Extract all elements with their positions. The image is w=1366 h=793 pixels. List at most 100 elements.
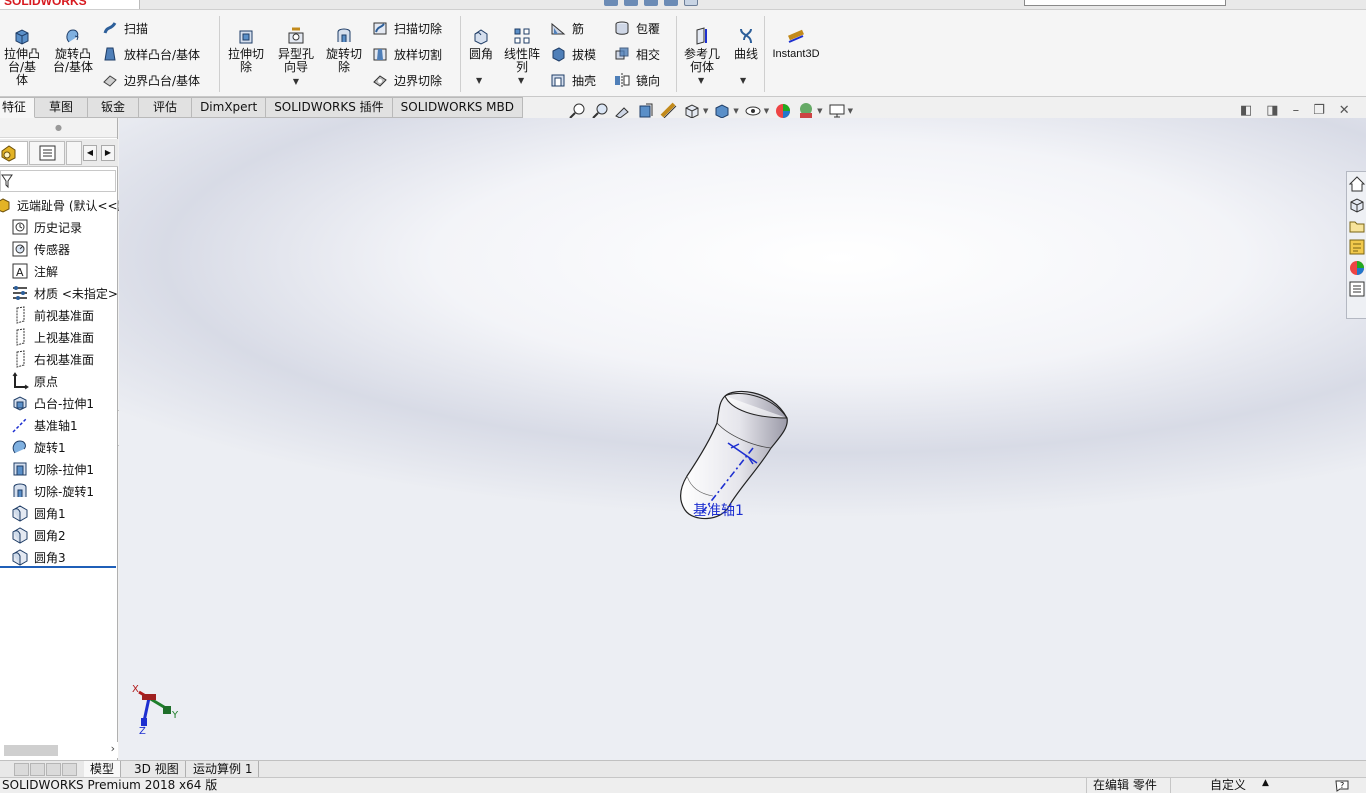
feature-manager-tab[interactable] <box>0 141 28 165</box>
rollback-bar[interactable] <box>0 566 116 568</box>
boundary-cut-button[interactable]: 边界切除 <box>372 70 442 90</box>
view-orientation-dropdown[interactable]: ▼ <box>703 107 708 115</box>
unit-system[interactable]: 自定义 <box>1210 778 1246 793</box>
tree-node[interactable]: A 注解 <box>0 260 118 282</box>
graphics-area[interactable]: 基准轴1 X Y Z <box>119 118 1366 760</box>
linear-pattern-button[interactable]: 线性阵列 <box>500 26 544 74</box>
quick-access-button[interactable] <box>604 0 618 6</box>
tab-model[interactable]: 模型 <box>84 761 122 778</box>
reference-geometry-button[interactable]: 参考几何体 <box>680 26 724 74</box>
loft-cut-button[interactable]: 放样切割 <box>372 44 442 64</box>
panel-tab-scroll-right[interactable]: ▶ <box>101 145 115 161</box>
tree-node[interactable]: 原点 <box>0 370 118 392</box>
hide-show-dropdown[interactable]: ▼ <box>764 107 769 115</box>
design-library-icon[interactable] <box>1348 196 1366 214</box>
display-style-dropdown[interactable]: ▼ <box>733 107 738 115</box>
fillet-icon <box>12 527 28 544</box>
curves-dropdown[interactable]: ▼ <box>740 76 746 85</box>
sweep-cut-button[interactable]: 扫描切除 <box>372 18 442 38</box>
tree-node[interactable]: 传感器 <box>0 238 118 260</box>
tab-sheet-metal[interactable]: 钣金 <box>88 97 140 118</box>
mirror-button[interactable]: 镜向 <box>614 70 660 90</box>
tree-node[interactable]: 历史记录 <box>0 216 118 238</box>
prev-tab-button[interactable] <box>30 763 45 776</box>
extrude-cut-button[interactable]: 拉伸切除 <box>224 26 268 74</box>
first-tab-button[interactable] <box>14 763 29 776</box>
search-input[interactable] <box>1024 0 1226 6</box>
revolve-boss-button[interactable]: 旋转凸台/基体 <box>50 26 96 74</box>
axis-icon <box>12 417 28 433</box>
tree-node[interactable]: 切除-旋转1 <box>0 480 118 502</box>
configuration-manager-tab[interactable] <box>66 141 82 165</box>
revolve-cut-button[interactable]: 旋转切除 <box>322 26 366 74</box>
boundary-boss-button[interactable]: 边界凸台/基体 <box>102 70 200 90</box>
axis-label[interactable]: 基准轴1 <box>693 500 744 520</box>
tree-filter-input[interactable] <box>0 170 116 192</box>
unit-system-dropdown[interactable]: ▲ <box>1262 776 1269 791</box>
tab-solidworks-mbd[interactable]: SOLIDWORKS MBD <box>392 97 523 118</box>
tree-node[interactable]: 旋转1 <box>0 436 118 458</box>
view-settings-dropdown[interactable]: ▼ <box>848 107 853 115</box>
quick-access-button[interactable] <box>684 0 698 6</box>
extrude-boss-button[interactable]: 拉伸凸台/基体 <box>0 26 44 87</box>
appearances-scenes-icon[interactable] <box>1348 259 1366 277</box>
quick-access-button[interactable] <box>664 0 678 6</box>
close-icon[interactable]: ✕ <box>1339 103 1350 118</box>
apply-scene-dropdown[interactable]: ▼ <box>817 107 822 115</box>
reference-geometry-dropdown[interactable]: ▼ <box>698 76 704 85</box>
tree-node[interactable]: 切除-拉伸1 <box>0 458 118 480</box>
tree-node[interactable]: 材质 <未指定> <box>0 282 118 304</box>
scrollbar-thumb[interactable] <box>4 745 58 756</box>
tab-motion-study[interactable]: 运动算例 1 <box>187 761 260 778</box>
tab-solidworks-addins[interactable]: SOLIDWORKS 插件 <box>266 97 393 118</box>
tile-right-icon[interactable]: ◨ <box>1266 103 1278 118</box>
tree-node-part[interactable]: 远端趾骨 (默认<<默认> <box>0 194 152 216</box>
tree-horizontal-scrollbar[interactable]: › <box>0 742 118 758</box>
sweep-button[interactable]: 扫描 <box>102 18 148 38</box>
tab-3d-view[interactable]: 3D 视图 <box>128 761 186 778</box>
tree-node[interactable]: 上视基准面 <box>0 326 118 348</box>
scroll-right-arrow[interactable]: › <box>111 742 115 755</box>
fillet-button[interactable]: 圆角 <box>464 26 498 61</box>
last-tab-button[interactable] <box>62 763 77 776</box>
draft-button[interactable]: 拔模 <box>550 44 596 64</box>
fillet-dropdown[interactable]: ▼ <box>476 76 482 85</box>
tree-node[interactable]: 凸台-拉伸1 <box>0 392 118 414</box>
tab-features[interactable]: 特征 <box>0 97 36 118</box>
curves-button[interactable]: 曲线 <box>730 26 762 61</box>
next-tab-button[interactable] <box>46 763 61 776</box>
property-manager-tab[interactable] <box>29 141 65 165</box>
shell-button[interactable]: 抽壳 <box>550 70 596 90</box>
tree-node[interactable]: 前视基准面 <box>0 304 118 326</box>
solidworks-logo[interactable]: SOLIDWORKS <box>0 0 140 9</box>
view-palette-icon[interactable] <box>1348 238 1366 256</box>
restore-icon[interactable]: ❐ <box>1313 103 1325 118</box>
quick-access-button[interactable] <box>624 0 638 6</box>
tree-node[interactable]: 右视基准面 <box>0 348 118 370</box>
quick-access-button[interactable] <box>644 0 658 6</box>
panel-tab-scroll-left[interactable]: ◀ <box>83 145 97 161</box>
tree-node[interactable]: 圆角2 <box>0 524 118 546</box>
tab-dimxpert[interactable]: DimXpert <box>192 97 267 118</box>
help-icon[interactable]: ? <box>1334 778 1350 792</box>
tab-evaluate[interactable]: 评估 <box>139 97 193 118</box>
minimize-icon[interactable]: – <box>1293 103 1300 118</box>
instant3d-button[interactable]: Instant3D <box>768 26 824 61</box>
loft-boss-button[interactable]: 放样凸台/基体 <box>102 44 200 64</box>
panel-grip[interactable]: ● <box>0 118 117 138</box>
loft-icon <box>104 47 116 61</box>
wrap-button[interactable]: 包覆 <box>614 18 660 38</box>
home-icon[interactable] <box>1348 175 1366 193</box>
hole-wizard-dropdown[interactable]: ▼ <box>293 75 299 88</box>
linear-pattern-dropdown[interactable]: ▼ <box>518 76 524 85</box>
hole-wizard-button[interactable]: 异型孔向导 ▼ <box>274 26 318 88</box>
rib-button[interactable]: 筋 <box>550 18 584 38</box>
intersect-button[interactable]: 相交 <box>614 44 660 64</box>
tile-left-icon[interactable]: ◧ <box>1240 103 1252 118</box>
tree-node[interactable]: 圆角3 <box>0 546 118 568</box>
custom-properties-icon[interactable] <box>1348 280 1366 298</box>
tree-node[interactable]: 圆角1 <box>0 502 118 524</box>
file-explorer-icon[interactable] <box>1348 217 1366 235</box>
tab-sketch[interactable]: 草图 <box>35 97 89 118</box>
tree-node[interactable]: 基准轴1 <box>0 414 118 436</box>
